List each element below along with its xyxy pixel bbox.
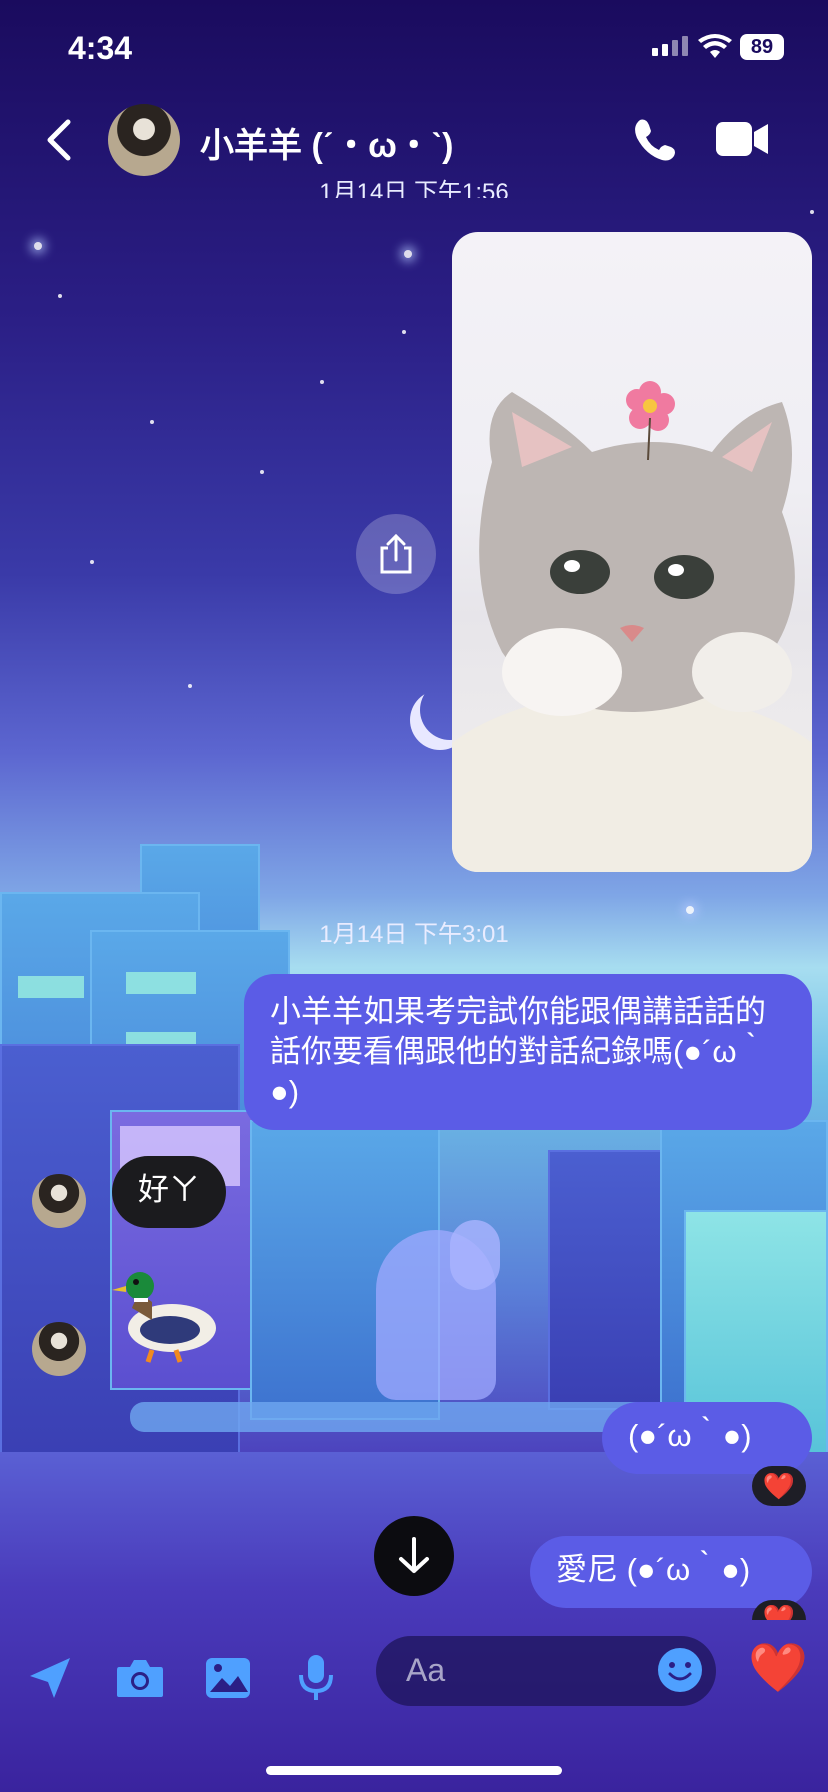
reaction-badge[interactable]: ❤️ — [752, 1600, 806, 1620]
sender-avatar[interactable] — [32, 1174, 86, 1228]
share-icon — [380, 534, 412, 574]
status-time: 4:34 — [68, 30, 133, 66]
video-call-button[interactable] — [716, 120, 770, 163]
cat-photo — [452, 381, 812, 872]
outgoing-message[interactable]: 小羊羊如果考完試你能跟偶講話話的話你要看偶跟他的對話紀錄嗎(●´ω｀●) — [244, 974, 812, 1130]
scroll-to-bottom-button[interactable] — [374, 1516, 454, 1596]
reaction-badge[interactable]: ❤️ — [752, 1466, 806, 1506]
incoming-message[interactable]: 好ㄚ — [112, 1156, 226, 1228]
message-text: (●´ω｀●) — [628, 1418, 752, 1453]
message-text: 小羊羊如果考完試你能跟偶講話話的話你要看偶跟他的對話紀錄嗎(●´ω｀●) — [270, 994, 768, 1109]
timestamp: 1月14日 下午1:56 — [319, 179, 509, 198]
message-text: 好ㄚ — [138, 1172, 200, 1207]
message-input-placeholder: Aa — [406, 1652, 446, 1688]
share-button[interactable] — [356, 514, 436, 594]
back-button[interactable] — [44, 118, 74, 167]
home-indicator — [266, 1766, 562, 1775]
wifi-icon — [698, 34, 732, 65]
back-icon — [47, 119, 71, 161]
microphone-icon — [299, 1655, 333, 1700]
photo-message[interactable] — [452, 232, 812, 872]
sender-avatar[interactable] — [32, 1322, 86, 1376]
contact-name[interactable]: 小羊羊 (ˊ・ω・ˋ) — [200, 118, 453, 167]
voice-call-button[interactable] — [632, 116, 678, 167]
battery-indicator: 89 — [740, 34, 784, 60]
contact-avatar[interactable] — [108, 104, 180, 176]
like-heart-button[interactable]: ❤️ — [748, 1644, 808, 1694]
emoji-icon — [658, 1648, 702, 1692]
emoji-button[interactable] — [656, 1646, 704, 1699]
gallery-icon — [206, 1658, 250, 1698]
gallery-button[interactable] — [200, 1650, 256, 1706]
location-button[interactable] — [22, 1650, 78, 1706]
outgoing-message[interactable]: 愛尼 (●´ω｀●) — [530, 1536, 812, 1608]
camera-button[interactable] — [112, 1650, 168, 1706]
outgoing-message[interactable]: (●´ω｀●) — [602, 1402, 812, 1474]
camera-icon — [117, 1660, 163, 1697]
heart-reaction: ❤️ — [762, 1470, 796, 1501]
video-icon — [716, 122, 768, 156]
phone-icon — [635, 119, 675, 161]
cellular-signal-icon — [652, 36, 688, 56]
location-icon — [30, 1658, 70, 1698]
heart-reaction: ❤️ — [762, 1602, 796, 1621]
duck-sticker[interactable] — [112, 1262, 220, 1371]
timestamp: 1月14日 下午3:01 — [319, 921, 509, 948]
arrow-down-icon — [399, 1537, 429, 1573]
microphone-button[interactable] — [288, 1650, 344, 1706]
message-text: 愛尼 (●´ω｀●) — [556, 1552, 751, 1587]
